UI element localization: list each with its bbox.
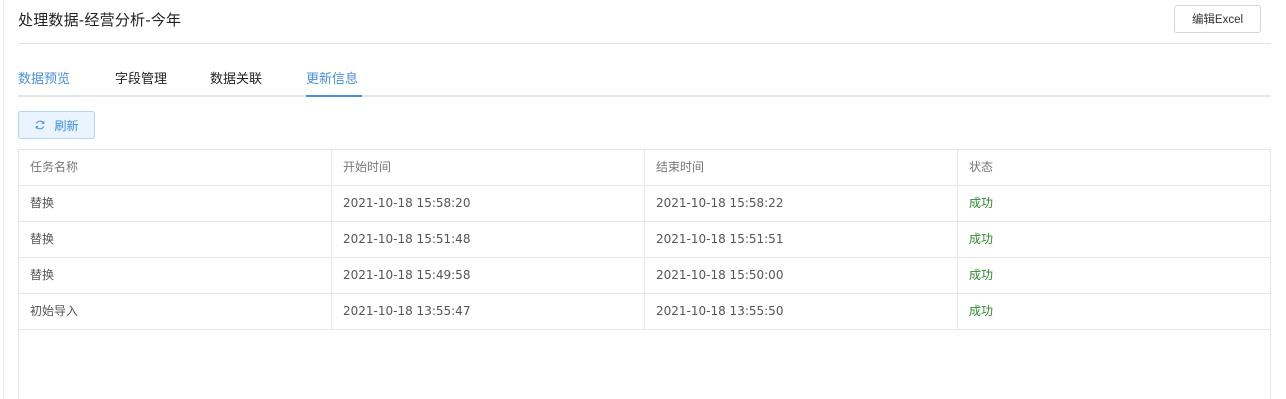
start-time-cell: 2021-10-18 15:49:58 (332, 258, 645, 293)
end-time-cell: 2021-10-18 13:55:50 (645, 294, 958, 329)
tab-data-preview[interactable]: 数据预览 (18, 68, 70, 97)
table-row[interactable]: 替换 2021-10-18 15:58:20 2021-10-18 15:58:… (19, 186, 1270, 222)
page-title: 处理数据-经营分析-今年 (18, 11, 182, 29)
left-border (3, 0, 4, 399)
status-cell: 成功 (969, 268, 994, 282)
tab-field-management[interactable]: 字段管理 (115, 68, 167, 97)
tab-update-info[interactable]: 更新信息 (306, 68, 358, 97)
table-row[interactable]: 初始导入 2021-10-18 13:55:47 2021-10-18 13:5… (19, 294, 1270, 330)
active-tab-indicator (306, 95, 362, 97)
refresh-button[interactable]: 刷新 (18, 111, 95, 139)
start-time-cell: 2021-10-18 13:55:47 (332, 294, 645, 329)
end-time-cell: 2021-10-18 15:50:00 (645, 258, 958, 293)
tab-bar: 数据预览 字段管理 数据关联 更新信息 (18, 60, 1271, 97)
start-time-cell: 2021-10-18 15:51:48 (332, 222, 645, 257)
edit-excel-button[interactable]: 编辑Excel (1174, 5, 1261, 33)
table-row[interactable]: 替换 2021-10-18 15:51:48 2021-10-18 15:51:… (19, 222, 1270, 258)
table-header-row: 任务名称 开始时间 结束时间 状态 (19, 150, 1270, 186)
task-name-cell: 替换 (19, 258, 332, 293)
update-history-table: 任务名称 开始时间 结束时间 状态 替换 2021-10-18 15:58:20… (18, 149, 1271, 399)
tab-data-association[interactable]: 数据关联 (210, 68, 262, 97)
table-empty-area (19, 330, 1270, 399)
status-cell: 成功 (969, 232, 994, 246)
page-header: 处理数据-经营分析-今年 编辑Excel (18, 0, 1271, 44)
status-cell: 成功 (969, 304, 994, 318)
start-time-cell: 2021-10-18 15:58:20 (332, 186, 645, 221)
refresh-label: 刷新 (54, 118, 79, 133)
task-name-cell: 初始导入 (19, 294, 332, 329)
column-header-task-name: 任务名称 (19, 150, 332, 185)
task-name-cell: 替换 (19, 222, 332, 257)
task-name-cell: 替换 (19, 186, 332, 221)
column-header-start-time: 开始时间 (332, 150, 645, 185)
end-time-cell: 2021-10-18 15:51:51 (645, 222, 958, 257)
end-time-cell: 2021-10-18 15:58:22 (645, 186, 958, 221)
column-header-end-time: 结束时间 (645, 150, 958, 185)
column-header-status: 状态 (969, 160, 994, 174)
table-row[interactable]: 替换 2021-10-18 15:49:58 2021-10-18 15:50:… (19, 258, 1270, 294)
status-cell: 成功 (969, 196, 994, 210)
refresh-icon (36, 120, 45, 130)
